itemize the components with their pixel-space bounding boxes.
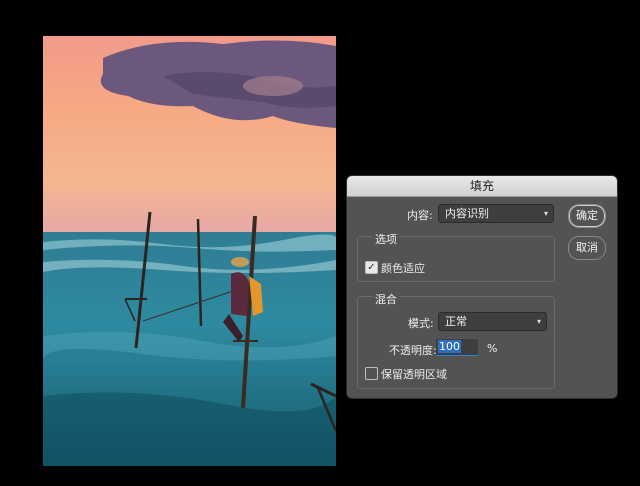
opacity-label: 不透明度: xyxy=(389,344,437,357)
document-canvas-photo[interactable] xyxy=(43,36,336,466)
stilt-fishermen-image xyxy=(43,36,336,466)
mode-label: 模式: xyxy=(408,317,434,330)
fill-dialog: 填充 内容: 内容识别 ▾ 确定 取消 选项 ✓ 颜色适应 混合 模式: 正常 … xyxy=(347,176,617,398)
chevron-down-icon: ▾ xyxy=(543,209,548,218)
options-title: 选项 xyxy=(373,231,399,247)
color-adapt-checkbox[interactable]: ✓ xyxy=(365,261,378,274)
opacity-input[interactable]: 100 xyxy=(436,339,478,356)
mode-select[interactable]: 正常 ▾ xyxy=(438,312,547,331)
percent-sign: % xyxy=(487,342,498,355)
preserve-transparency-label: 保留透明区域 xyxy=(381,368,447,381)
opacity-value: 100 xyxy=(438,340,461,353)
color-adapt-label: 颜色适应 xyxy=(381,262,425,275)
blend-title: 混合 xyxy=(373,291,399,307)
content-label: 内容: xyxy=(407,209,433,222)
cancel-button[interactable]: 取消 xyxy=(568,236,606,260)
content-select-value: 内容识别 xyxy=(445,207,489,220)
dialog-title: 填充 xyxy=(347,176,617,197)
mode-select-value: 正常 xyxy=(445,315,467,328)
ok-button[interactable]: 确定 xyxy=(568,204,606,228)
content-select[interactable]: 内容识别 ▾ xyxy=(438,204,554,223)
chevron-down-icon: ▾ xyxy=(536,317,541,326)
preserve-transparency-checkbox[interactable] xyxy=(365,367,378,380)
